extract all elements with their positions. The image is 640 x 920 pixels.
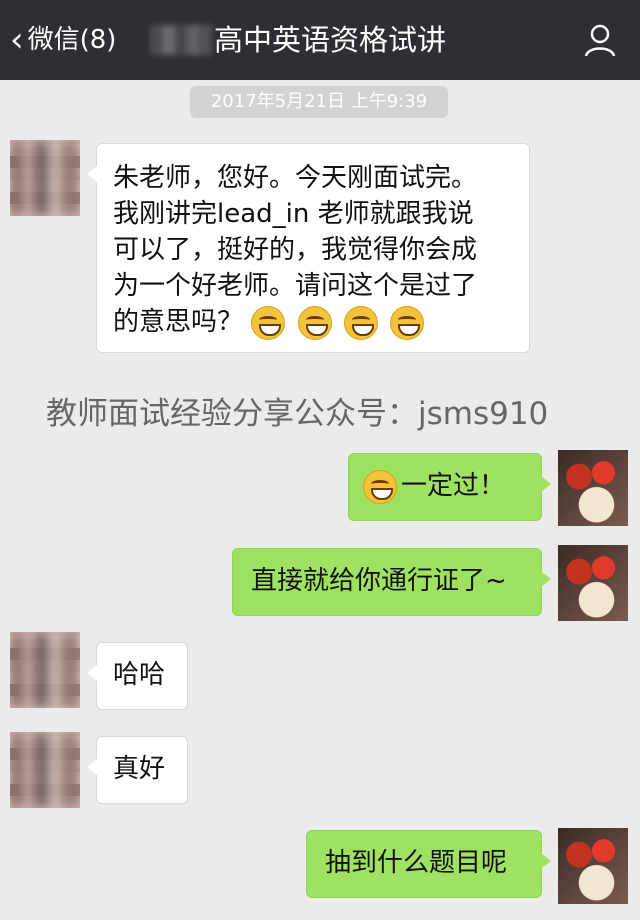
sender-avatar[interactable] <box>10 732 80 808</box>
top-bar: ‹ 微信(8) 高中英语资格试讲 <box>0 0 640 80</box>
message-bubble-right[interactable]: 直接就给你通行证了~ <box>232 548 551 616</box>
chevron-left-icon: ‹ <box>10 20 24 60</box>
message-text: 哈哈 <box>113 660 166 690</box>
self-avatar[interactable] <box>558 828 628 904</box>
blurred-name <box>150 25 212 55</box>
sender-avatar[interactable] <box>10 140 80 216</box>
back-label: 微信(8) <box>27 25 117 55</box>
message-bubble-left[interactable]: 朱老师，您好。今天刚面试完。 我刚讲完lead_in 老师就跟我说 可以了，挺好… <box>87 143 530 353</box>
chat-title-text: 高中英语资格试讲 <box>214 23 447 57</box>
back-button[interactable]: ‹ 微信(8) <box>10 20 116 60</box>
grin-emoji <box>363 469 397 504</box>
sender-avatar[interactable] <box>10 632 80 708</box>
message-line: 可以了，挺好的，我觉得你会成 <box>113 235 478 265</box>
message-bubble-left[interactable]: 哈哈 <box>87 642 188 710</box>
user-icon <box>584 24 616 57</box>
message-text: 一定过！ <box>401 471 506 501</box>
grin-emoji <box>251 305 286 340</box>
chat-title: 高中英语资格试讲 <box>150 20 446 60</box>
grin-emoji <box>297 305 332 340</box>
message-line-last: 的意思吗？ <box>113 304 513 340</box>
message-line: 为一个好老师。请问这个是过了 <box>113 271 478 301</box>
timestamp: 2017年5月21日 上午9:39 <box>190 86 448 118</box>
message-text: 抽到什么题目呢 <box>325 848 508 878</box>
grin-emoji <box>343 305 378 340</box>
message-bubble-left[interactable]: 真好 <box>87 736 188 804</box>
message-bubble-right[interactable]: 一定过！ <box>348 453 551 521</box>
message-line: 朱老师，您好。今天刚面试完。 <box>113 163 478 193</box>
grin-emoji <box>390 305 425 340</box>
self-avatar[interactable] <box>558 450 628 526</box>
watermark-text: 教师面试经验分享公众号：jsms910 <box>46 396 549 432</box>
message-bubble-right[interactable]: 抽到什么题目呢 <box>306 830 551 898</box>
message-text: 真好 <box>113 754 166 784</box>
self-avatar[interactable] <box>558 545 628 621</box>
message-text: 直接就给你通行证了~ <box>251 566 507 596</box>
message-line: 我刚讲完lead_in 老师就跟我说 <box>113 199 474 229</box>
message-line: 的意思吗？ <box>113 307 244 337</box>
user-profile-button[interactable] <box>580 22 620 58</box>
